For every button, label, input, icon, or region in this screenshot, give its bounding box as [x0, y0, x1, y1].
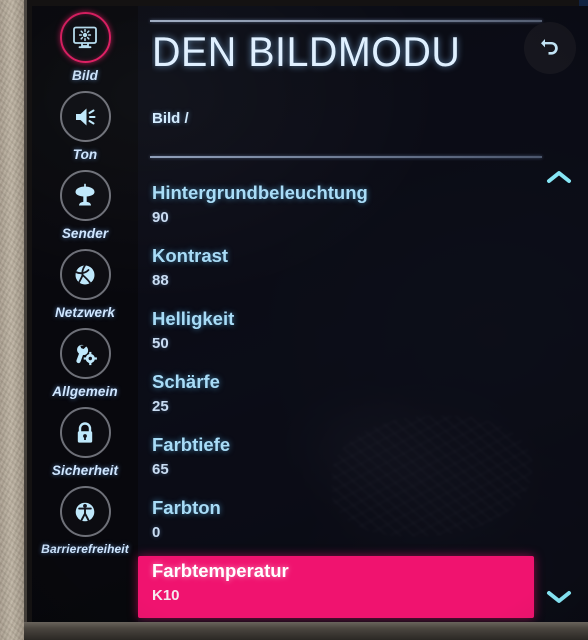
- setting-label: Farbton: [152, 497, 221, 518]
- sidebar-item-bild[interactable]: Bild: [32, 12, 138, 91]
- back-button[interactable]: [524, 22, 576, 74]
- chevron-down-icon: [546, 589, 572, 610]
- setting-label: Kontrast: [152, 245, 229, 266]
- setting-value: 90: [152, 209, 169, 226]
- sidebar-item-label: Barrierefreiheit: [41, 542, 129, 556]
- list-item[interactable]: Farbton 0: [138, 493, 588, 556]
- wall-background: [0, 0, 26, 640]
- setting-label: Schärfe: [152, 371, 220, 392]
- sidebar-item-label: Allgemein: [52, 384, 118, 399]
- setting-label: Hintergrundbeleuchtung: [152, 182, 368, 203]
- sidebar-item-sicherheit[interactable]: Sicherheit: [32, 407, 138, 486]
- header-divider: [150, 20, 542, 22]
- tv-bezel-bottom: [24, 622, 588, 640]
- back-arrow-icon: [537, 34, 563, 63]
- setting-value: 50: [152, 335, 169, 352]
- sidebar-item-label: Ton: [72, 147, 98, 162]
- list-item[interactable]: Schärfe 25: [138, 367, 588, 430]
- breadcrumb: Bild /: [152, 110, 189, 127]
- sidebar-item-label: Netzwerk: [54, 305, 116, 320]
- sidebar-item-barrierefreiheit[interactable]: Barrierefreiheit: [32, 486, 138, 565]
- sidebar-item-ton[interactable]: Ton: [32, 91, 138, 170]
- settings-overlay: Bild Ton Sender Netzwerk Allgemein Siche…: [32, 6, 588, 622]
- tv-screen: Bild Ton Sender Netzwerk Allgemein Siche…: [32, 6, 588, 622]
- sidebar-item-label: Sender: [61, 226, 109, 241]
- wrench-gear-icon: [71, 341, 99, 367]
- lock-icon: [71, 420, 99, 446]
- accessibility-icon: [71, 499, 99, 525]
- setting-value: 0: [152, 524, 161, 541]
- sidebar-item-allgemein[interactable]: Allgemein: [32, 328, 138, 407]
- sidebar-icon-wrap-bild: [59, 12, 111, 63]
- list-item[interactable]: Kontrast 88: [138, 241, 588, 304]
- setting-value: 25: [152, 398, 169, 415]
- list-item[interactable]: Helligkeit 50: [138, 304, 588, 367]
- sidebar-icon-wrap-allgemein: [59, 328, 111, 379]
- setting-label: Farbtiefe: [152, 434, 231, 455]
- sidebar-icon-wrap-sender: [59, 170, 111, 221]
- settings-content-pane: DEN BILDMODU Bild / Hintergrundbeleuchtu…: [138, 6, 588, 622]
- sidebar-item-netzwerk[interactable]: Netzwerk: [32, 249, 138, 328]
- list-item-selected[interactable]: Farbtemperatur K10: [138, 556, 534, 618]
- setting-label: Farbtemperatur: [152, 560, 289, 581]
- setting-label: Helligkeit: [152, 308, 235, 329]
- sidebar-item-label: Bild: [72, 68, 98, 83]
- setting-value: 65: [152, 461, 169, 478]
- speaker-icon: [71, 104, 99, 130]
- sidebar-icon-wrap-ton: [59, 91, 111, 142]
- sidebar-item-label: Sicherheit: [51, 463, 119, 478]
- sidebar-icon-wrap-sicherheit: [59, 407, 111, 458]
- scroll-down-button[interactable]: [544, 588, 574, 610]
- sidebar-icon-wrap-barrierefreiheit: [59, 486, 111, 537]
- list-item[interactable]: Hintergrundbeleuchtung 90: [138, 178, 588, 241]
- globe-icon: [71, 262, 99, 288]
- setting-value: K10: [152, 587, 180, 604]
- list-item[interactable]: Farbtiefe 65: [138, 430, 588, 493]
- page-title: DEN BILDMODU: [152, 28, 461, 75]
- sidebar-item-sender[interactable]: Sender: [32, 170, 138, 249]
- satellite-dish-icon: [71, 183, 99, 209]
- settings-sidebar: Bild Ton Sender Netzwerk Allgemein Siche…: [32, 6, 138, 622]
- settings-list: Hintergrundbeleuchtung 90 Kontrast 88 He…: [138, 178, 588, 618]
- list-divider: [150, 156, 542, 158]
- photographed-tv-scene: Bild Ton Sender Netzwerk Allgemein Siche…: [0, 0, 588, 640]
- setting-value: 88: [152, 272, 169, 289]
- sidebar-icon-wrap-netzwerk: [59, 249, 111, 300]
- display-brightness-icon: [71, 25, 99, 51]
